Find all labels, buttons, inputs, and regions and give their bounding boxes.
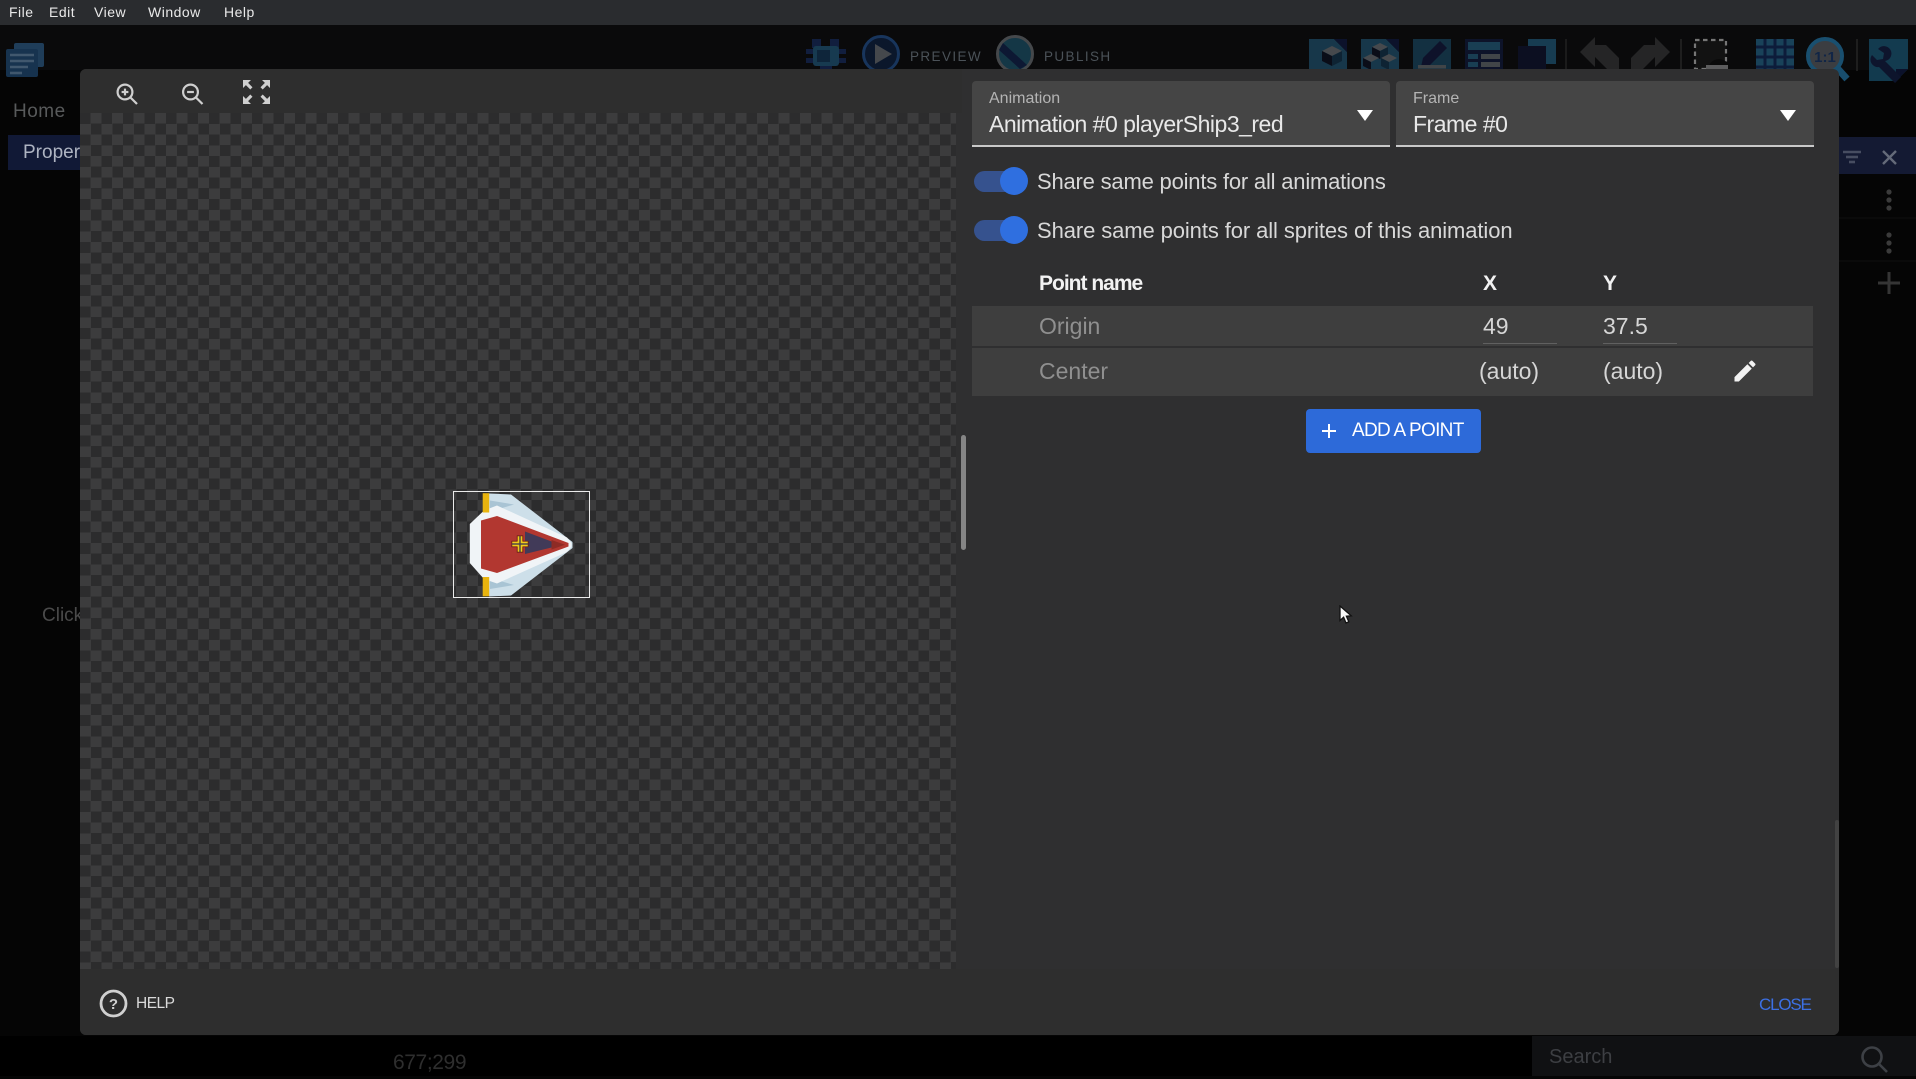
- svg-text:1:1: 1:1: [1814, 49, 1836, 66]
- svg-text:?: ?: [109, 996, 118, 1013]
